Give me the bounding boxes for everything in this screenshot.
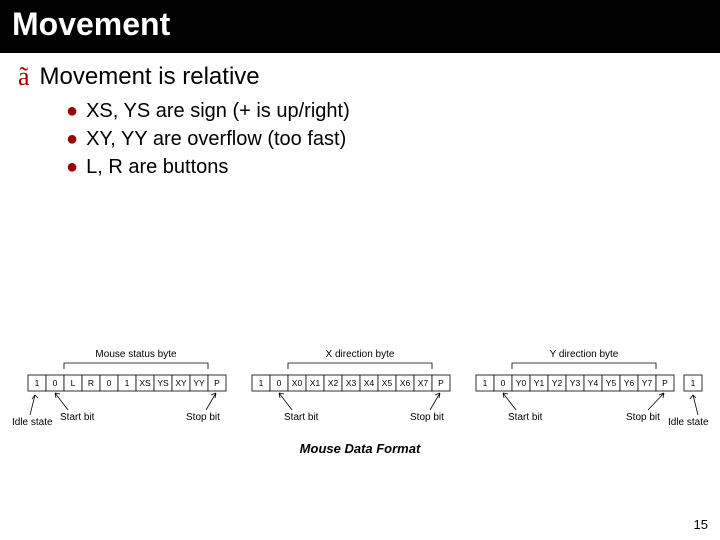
svg-text:1: 1 <box>259 378 264 388</box>
svg-text:X3: X3 <box>346 378 357 388</box>
mouse-data-format-diagram: 1 0 L R 0 1 XS YS XY YY P Mouse status b… <box>0 335 720 465</box>
svg-text:1: 1 <box>125 378 130 388</box>
svg-text:Y0: Y0 <box>516 378 527 388</box>
svg-text:Y4: Y4 <box>588 378 599 388</box>
svg-text:1: 1 <box>483 378 488 388</box>
bullet-dot-icon: ● <box>66 98 78 124</box>
start-bit-label: Start bit <box>508 412 543 423</box>
svg-text:Y7: Y7 <box>642 378 653 388</box>
sub-bullet-list: ● XS, YS are sign (+ is up/right) ● XY, … <box>66 98 702 180</box>
idle-state-label: Idle state <box>12 417 53 428</box>
svg-text:1: 1 <box>35 378 40 388</box>
main-bullet-text: Movement is relative <box>40 61 260 92</box>
group-label: Y direction byte <box>550 349 619 360</box>
list-item-text: XY, YY are overflow (too fast) <box>86 126 346 152</box>
svg-text:X2: X2 <box>328 378 339 388</box>
main-bullet: ã Movement is relative <box>18 61 702 92</box>
svg-text:XS: XS <box>139 378 151 388</box>
group-label: X direction byte <box>326 349 395 360</box>
start-bit-label: Start bit <box>284 412 319 423</box>
byte-group-status: 1 0 L R 0 1 XS YS XY YY P Mouse status b… <box>28 349 226 391</box>
svg-text:Y2: Y2 <box>552 378 563 388</box>
svg-text:Y1: Y1 <box>534 378 545 388</box>
list-item-text: XS, YS are sign (+ is up/right) <box>86 98 350 124</box>
svg-text:0: 0 <box>277 378 282 388</box>
list-item: ● XY, YY are overflow (too fast) <box>66 126 702 152</box>
svg-text:0: 0 <box>53 378 58 388</box>
svg-text:P: P <box>214 378 220 388</box>
start-bit-label: Start bit <box>60 412 95 423</box>
svg-text:X7: X7 <box>418 378 429 388</box>
idle-state-label: Idle state <box>668 417 709 428</box>
slide-content: ã Movement is relative ● XS, YS are sign… <box>0 53 720 180</box>
svg-text:X0: X0 <box>292 378 303 388</box>
group-label: Mouse status byte <box>95 349 177 360</box>
svg-text:1: 1 <box>691 378 696 388</box>
svg-text:0: 0 <box>501 378 506 388</box>
svg-text:P: P <box>438 378 444 388</box>
bullet-dot-icon: ● <box>66 126 78 152</box>
stop-bit-label: Stop bit <box>410 412 444 423</box>
svg-text:XY: XY <box>175 378 187 388</box>
diagram-caption: Mouse Data Format <box>300 441 421 456</box>
byte-group-y: 1 0 Y0 Y1 Y2 Y3 Y4 Y5 Y6 Y7 P Y directio… <box>476 349 674 391</box>
slide-title: Movement <box>0 0 720 53</box>
list-item-text: L, R are buttons <box>86 154 228 180</box>
list-item: ● XS, YS are sign (+ is up/right) <box>66 98 702 124</box>
svg-text:X5: X5 <box>382 378 393 388</box>
svg-text:X4: X4 <box>364 378 375 388</box>
svg-text:L: L <box>71 378 76 388</box>
svg-text:R: R <box>88 378 94 388</box>
svg-text:P: P <box>662 378 668 388</box>
page-number: 15 <box>694 517 708 532</box>
svg-text:0: 0 <box>107 378 112 388</box>
svg-text:Y5: Y5 <box>606 378 617 388</box>
svg-text:X6: X6 <box>400 378 411 388</box>
bullet-glyph: ã <box>18 61 30 92</box>
svg-text:Y6: Y6 <box>624 378 635 388</box>
stop-bit-label: Stop bit <box>626 412 660 423</box>
byte-group-x: 1 0 X0 X1 X2 X3 X4 X5 X6 X7 P X directio… <box>252 349 450 391</box>
list-item: ● L, R are buttons <box>66 154 702 180</box>
stop-bit-label: Stop bit <box>186 412 220 423</box>
bullet-dot-icon: ● <box>66 154 78 180</box>
svg-text:YY: YY <box>193 378 205 388</box>
svg-text:YS: YS <box>157 378 169 388</box>
svg-text:X1: X1 <box>310 378 321 388</box>
svg-text:Y3: Y3 <box>570 378 581 388</box>
